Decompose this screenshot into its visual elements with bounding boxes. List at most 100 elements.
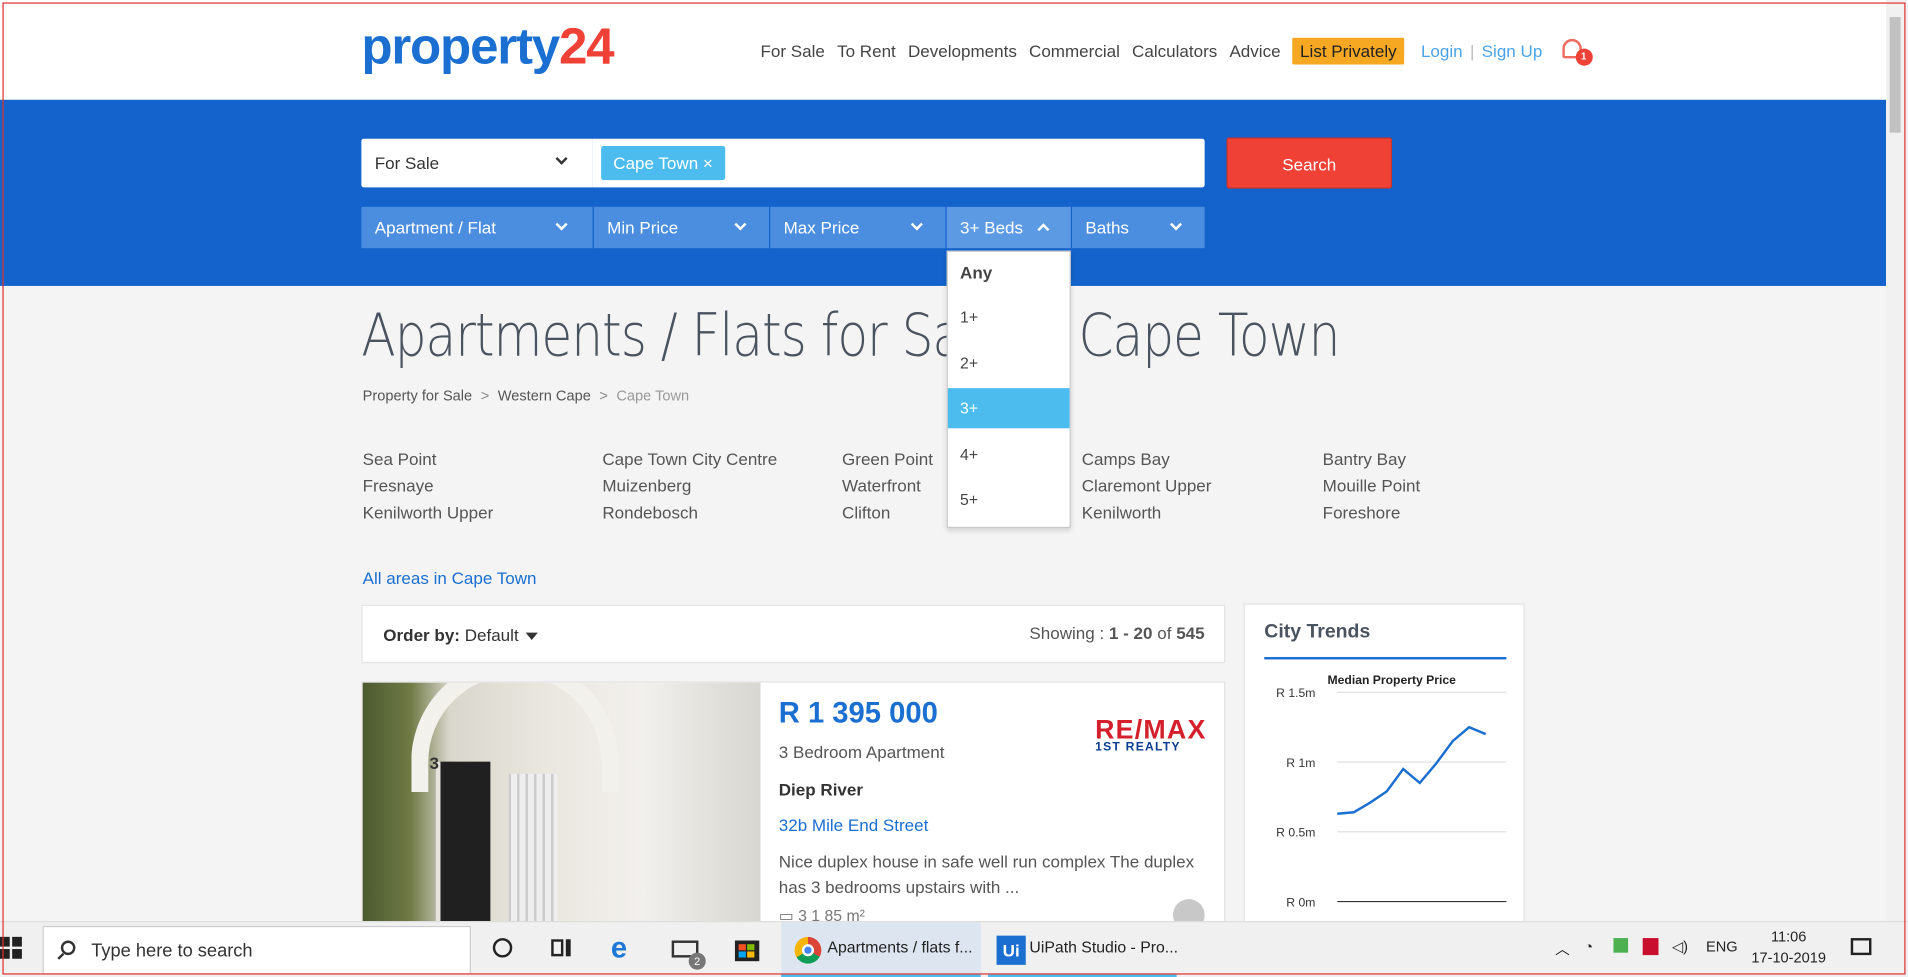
all-areas-link[interactable]: All areas in Cape Town xyxy=(363,568,537,587)
login-link[interactable]: Login xyxy=(1421,41,1463,60)
nav-calculators[interactable]: Calculators xyxy=(1132,41,1217,60)
listing-card[interactable]: 3 R 1 395 000 3 Bedroom Apartment Diep R… xyxy=(361,681,1226,925)
browser-page: property24 For Sale To Rent Developments… xyxy=(0,0,1908,977)
area-link[interactable]: Rondebosch xyxy=(602,502,698,521)
chevron-down-icon xyxy=(555,218,568,231)
listing-street[interactable]: 32b Mile End Street xyxy=(779,815,929,834)
chrome-icon xyxy=(794,936,822,964)
area-link[interactable]: Waterfront xyxy=(842,476,921,495)
sign-up-link[interactable]: Sign Up xyxy=(1482,41,1543,60)
notification-center-icon[interactable] xyxy=(1847,933,1879,965)
area-link[interactable]: Foreshore xyxy=(1323,502,1401,521)
area-link[interactable]: Sea Point xyxy=(363,449,437,468)
beds-option-3-selected[interactable]: 3+ xyxy=(947,388,1070,429)
mcafee-shield-icon[interactable] xyxy=(1642,938,1659,959)
show-hidden-icons-icon[interactable]: ︿ xyxy=(1555,938,1570,959)
main-nav: For Sale To Rent Developments Commercial… xyxy=(761,37,1593,66)
area-link[interactable]: Fresnaye xyxy=(363,476,434,495)
cortana-icon[interactable] xyxy=(488,933,520,965)
title-underline xyxy=(1264,657,1507,660)
taskbar-app-uipath[interactable]: Ui UiPath Studio - Pro... xyxy=(988,922,1178,977)
task-view-icon[interactable] xyxy=(548,933,580,965)
taskbar-clock[interactable]: 11:06 17-10-2019 xyxy=(1750,927,1828,968)
area-link[interactable]: Clifton xyxy=(842,502,890,521)
results-count: Showing : 1 - 20 of 545 xyxy=(1029,623,1204,642)
property24-logo[interactable]: property24 xyxy=(361,17,614,75)
nav-for-sale[interactable]: For Sale xyxy=(761,41,825,60)
agency-logo[interactable]: RE/MAX 1ST REALTY xyxy=(1095,714,1206,754)
windows-start-icon[interactable] xyxy=(0,936,24,961)
max-price-label: Max Price xyxy=(783,217,860,238)
beds-option-1[interactable]: 1+ xyxy=(948,297,1070,337)
chip-remove-icon[interactable]: × xyxy=(703,153,713,172)
area-link[interactable]: Mouille Point xyxy=(1323,476,1421,495)
showing-range: 1 - 20 xyxy=(1108,622,1153,643)
taskbar-app-chrome[interactable]: Apartments / flats f... xyxy=(781,922,981,977)
listing-type-value: For Sale xyxy=(374,153,440,173)
min-price-filter[interactable]: Min Price xyxy=(593,206,770,249)
edge-browser-icon[interactable]: e xyxy=(608,933,640,965)
beds-option-4[interactable]: 4+ xyxy=(948,434,1070,474)
breadcrumb-separator: > xyxy=(480,386,490,404)
y-tick-label: R 1m xyxy=(1286,756,1315,770)
max-price-filter[interactable]: Max Price xyxy=(770,206,946,249)
scrollbar-thumb[interactable] xyxy=(1889,17,1901,133)
notification-bell-icon[interactable]: 1 xyxy=(1559,38,1593,66)
input-language[interactable]: ENG xyxy=(1706,938,1738,955)
store-icon[interactable] xyxy=(731,933,763,965)
listing-price[interactable]: R 1 395 000 xyxy=(779,697,938,731)
network-icon[interactable]: ◔ xyxy=(1584,938,1593,955)
chevron-down-icon xyxy=(555,152,568,165)
listing-photo[interactable]: 3 xyxy=(362,682,761,924)
mail-icon[interactable]: 2 xyxy=(669,933,706,970)
breadcrumb: Property for Sale > Western Cape > Cape Town xyxy=(363,387,690,404)
beds-option-5[interactable]: 5+ xyxy=(948,479,1070,519)
beds-filter[interactable]: 3+ Beds xyxy=(946,206,1071,249)
area-link[interactable]: Kenilworth Upper xyxy=(363,502,494,521)
area-link[interactable]: Muizenberg xyxy=(602,476,691,495)
area-link[interactable]: Claremont Upper xyxy=(1082,476,1212,495)
beds-option-any[interactable]: Any xyxy=(948,252,1070,292)
baths-filter[interactable]: Baths xyxy=(1072,206,1205,249)
nav-advice[interactable]: Advice xyxy=(1229,41,1280,60)
location-chip[interactable]: Cape Town × xyxy=(601,146,726,181)
list-privately-button[interactable]: List Privately xyxy=(1292,37,1404,65)
chevron-up-icon xyxy=(1037,223,1050,236)
baths-label: Baths xyxy=(1085,217,1129,238)
caret-down-icon xyxy=(525,633,539,641)
app-tray-icon[interactable] xyxy=(1613,938,1629,956)
property-type-label: Apartment / Flat xyxy=(374,217,496,238)
taskbar-search-box[interactable]: Type here to search xyxy=(42,925,471,975)
median-price-chart: Median Property Price R 1.5m R 1m R 0.5m R 0… xyxy=(1276,673,1507,909)
y-tick-label: R 0m xyxy=(1286,895,1315,909)
windows-taskbar: Type here to search e 2 Apartments / fla… xyxy=(0,921,1908,977)
breadcrumb-western-cape[interactable]: Western Cape xyxy=(498,387,591,404)
nav-to-rent[interactable]: To Rent xyxy=(837,41,896,60)
order-by-select[interactable]: Order by: Default xyxy=(383,625,539,645)
property-type-filter[interactable]: Apartment / Flat xyxy=(361,206,593,249)
uipath-icon: Ui xyxy=(996,935,1026,965)
volume-icon[interactable]: ◁) xyxy=(1672,938,1688,955)
page-scrollbar[interactable] xyxy=(1886,0,1908,922)
nav-commercial[interactable]: Commercial xyxy=(1029,41,1120,60)
city-trends-title: City Trends xyxy=(1264,621,1371,643)
site-header: property24 For Sale To Rent Developments… xyxy=(0,0,1887,100)
listing-type-select[interactable]: For Sale xyxy=(361,138,593,188)
nav-developments[interactable]: Developments xyxy=(908,41,1017,60)
area-link[interactable]: Camps Bay xyxy=(1082,449,1170,468)
beds-label: 3+ Beds xyxy=(960,217,1024,238)
area-link[interactable]: Cape Town City Centre xyxy=(602,449,777,468)
chevron-down-icon xyxy=(734,218,747,231)
breadcrumb-property-for-sale[interactable]: Property for Sale xyxy=(363,387,473,404)
beds-option-2[interactable]: 2+ xyxy=(948,343,1070,383)
location-chip-label: Cape Town xyxy=(613,153,699,173)
area-link[interactable]: Green Point xyxy=(842,449,933,468)
showing-label: Showing : xyxy=(1029,622,1105,643)
area-link[interactable]: Kenilworth xyxy=(1082,502,1162,521)
area-link[interactable]: Bantry Bay xyxy=(1323,449,1406,468)
city-trends-panel: City Trends Median Property Price R 1.5m R… xyxy=(1243,603,1525,932)
location-search-input[interactable]: Cape Town × xyxy=(592,138,1205,188)
breadcrumb-separator: > xyxy=(599,386,608,404)
order-by-label: Order by: xyxy=(383,625,460,645)
search-button[interactable]: Search xyxy=(1226,137,1393,189)
